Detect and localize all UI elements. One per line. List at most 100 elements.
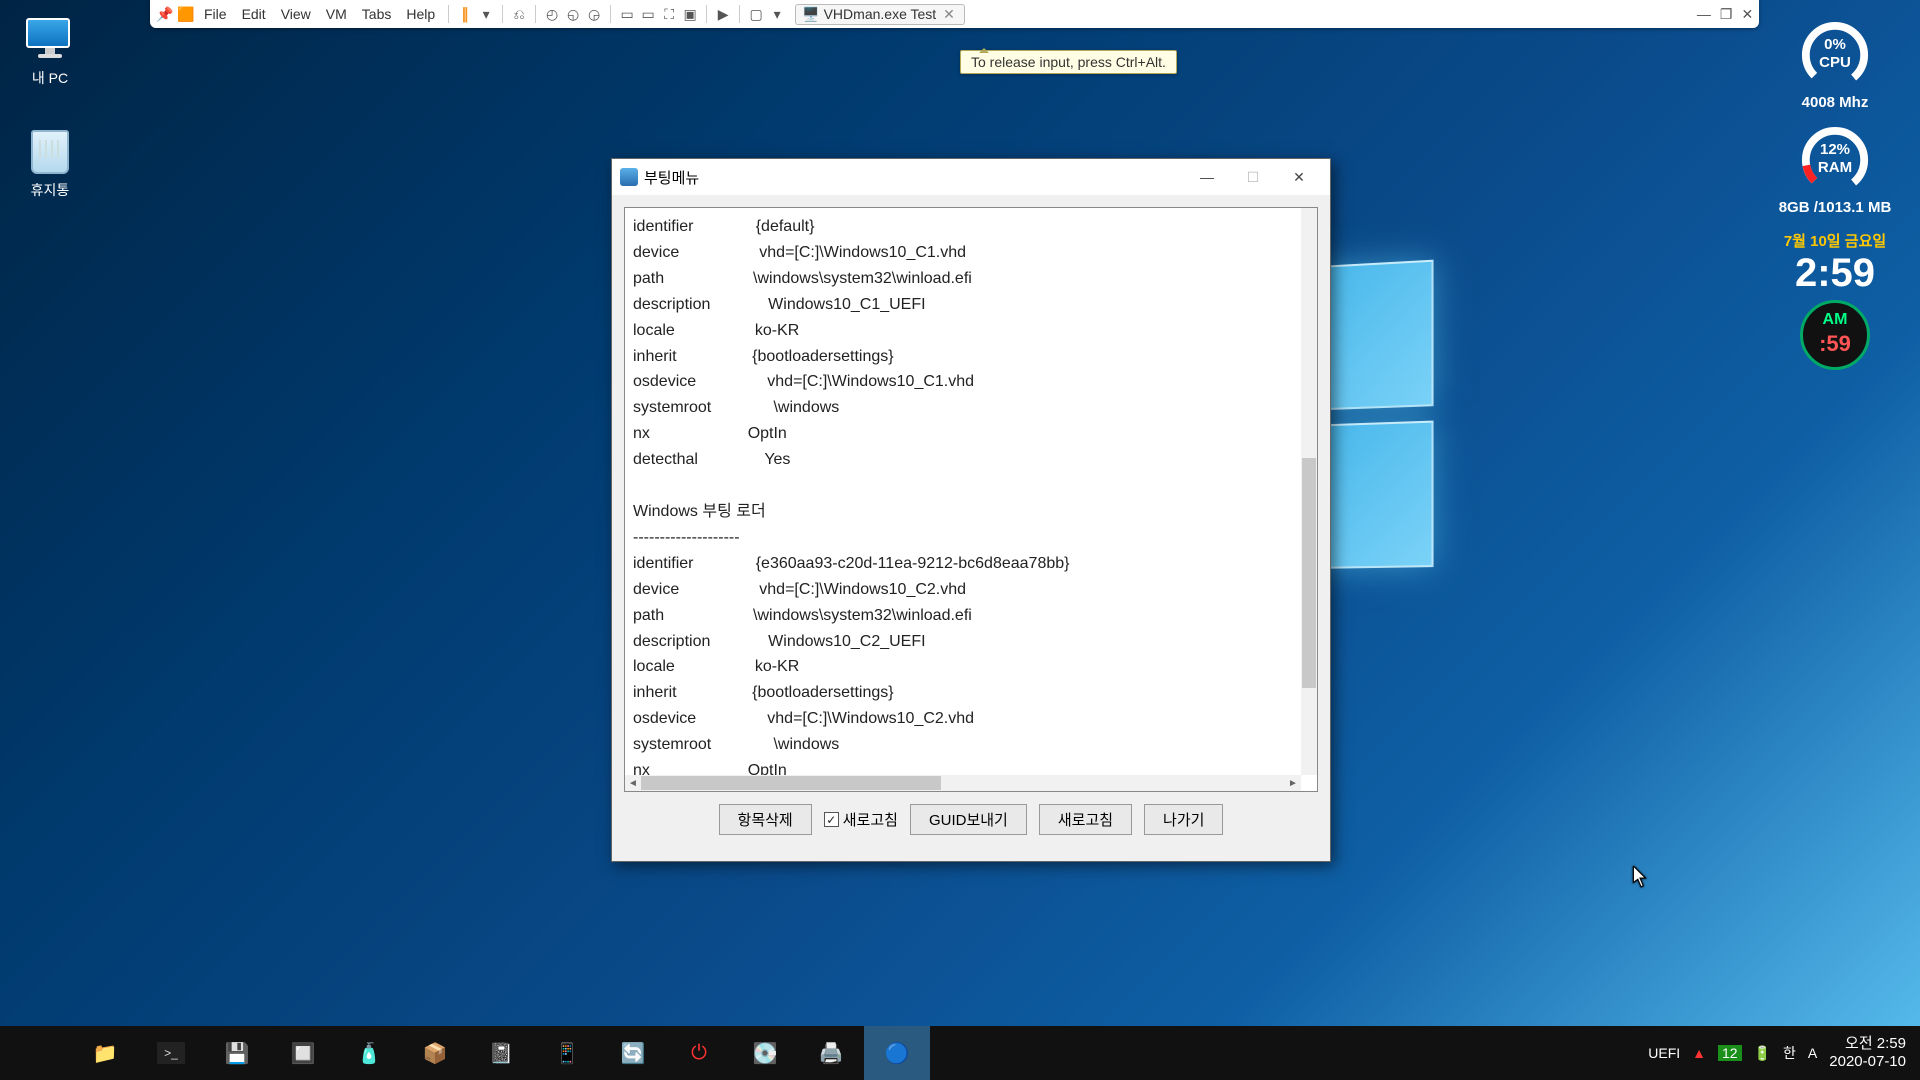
- dropdown2-icon[interactable]: ▾: [768, 5, 786, 23]
- tray-ime-a[interactable]: A: [1808, 1045, 1817, 1061]
- disk-icon: 💾: [223, 1039, 251, 1067]
- snap3-icon[interactable]: ◶: [585, 5, 603, 23]
- taskbar-update[interactable]: 🔄: [600, 1026, 666, 1080]
- menu-help[interactable]: Help: [400, 6, 441, 22]
- widget-time: 2:59: [1770, 251, 1900, 296]
- desktop-icon-pc[interactable]: 내 PC: [0, 18, 100, 88]
- minimize-icon[interactable]: —: [1697, 6, 1711, 22]
- notes-icon: 📓: [487, 1039, 515, 1067]
- box-icon: 📦: [421, 1039, 449, 1067]
- tray-num[interactable]: 12: [1718, 1045, 1742, 1061]
- snap2-icon[interactable]: ◵: [564, 5, 582, 23]
- hscroll-right-icon[interactable]: ►: [1285, 778, 1301, 789]
- terminal-icon: >_: [157, 1042, 185, 1064]
- desktop-icon-recycle[interactable]: 휴지통: [0, 130, 100, 200]
- refresh-button[interactable]: 새로고침: [1039, 804, 1132, 835]
- delete-entry-button[interactable]: 항목삭제: [719, 804, 812, 835]
- chip-icon: 🔲: [289, 1039, 317, 1067]
- menu-tabs[interactable]: Tabs: [356, 6, 398, 22]
- horizontal-scrollbar[interactable]: ◄ ►: [625, 775, 1301, 791]
- tab-close-icon[interactable]: ✕: [940, 6, 958, 23]
- dropdown-icon[interactable]: ▾: [477, 5, 495, 23]
- boot-text-area[interactable]: identifier {default} device vhd=[C:]\Win…: [624, 207, 1318, 792]
- system-tray: UEFI ▲ 12 🔋 한 A 오전 2:59 2020-07-10: [1648, 1035, 1914, 1071]
- desktop-icon-pc-label: 내 PC: [0, 68, 100, 88]
- tray-ime-ko[interactable]: 한: [1783, 1043, 1796, 1063]
- dialog-minimize-button[interactable]: —: [1184, 162, 1230, 192]
- taskbar-explorer[interactable]: 📁: [72, 1026, 138, 1080]
- exit-button[interactable]: 나가기: [1144, 804, 1223, 835]
- taskbar-terminal[interactable]: >_: [138, 1026, 204, 1080]
- windows-icon: [28, 1042, 50, 1064]
- taskbar-calc[interactable]: 📱: [534, 1026, 600, 1080]
- cpu-freq: 4008 Mhz: [1770, 94, 1900, 111]
- menu-edit[interactable]: Edit: [236, 6, 272, 22]
- send-guid-button[interactable]: GUID보내기: [910, 804, 1027, 835]
- taskbar-tool1[interactable]: 🧴: [336, 1026, 402, 1080]
- taskbar-cpu[interactable]: 🔲: [270, 1026, 336, 1080]
- vm-toolbar: 📌 🟧 File Edit View VM Tabs Help ∥ ▾ ⎌ ◴ …: [150, 0, 1759, 28]
- tool-icon: 🧴: [355, 1039, 383, 1067]
- taskbar-save[interactable]: 💾: [204, 1026, 270, 1080]
- boot-text-content: identifier {default} device vhd=[C:]\Win…: [625, 208, 1301, 775]
- taskbar-drive1[interactable]: 💽: [732, 1026, 798, 1080]
- pause-icon[interactable]: ∥: [456, 5, 474, 23]
- taskbar-tool2[interactable]: 📦: [402, 1026, 468, 1080]
- tray-clock-date: 2020-07-10: [1829, 1053, 1906, 1071]
- refresh-checkbox-label: 새로고침: [843, 809, 898, 830]
- lib-icon[interactable]: ▢: [747, 5, 765, 23]
- power-icon: ⏻: [685, 1039, 713, 1067]
- widget-date: 7월 10일 금요일: [1770, 230, 1900, 251]
- taskbar-drive2[interactable]: 🖨️: [798, 1026, 864, 1080]
- dialog-titlebar[interactable]: 부팅메뉴 — ☐ ✕: [612, 159, 1330, 195]
- vscroll-thumb[interactable]: [1302, 458, 1316, 688]
- unity-icon[interactable]: ▣: [681, 5, 699, 23]
- hscroll-left-icon[interactable]: ◄: [625, 778, 641, 789]
- dialog-close-button[interactable]: ✕: [1276, 162, 1322, 192]
- dialog-maximize-button[interactable]: ☐: [1230, 162, 1276, 192]
- desktop-widgets: 0%CPU 4008 Mhz 12%RAM 8GB /1013.1 MB 7월 …: [1770, 20, 1900, 374]
- recycle-icon: [26, 130, 74, 174]
- cpu-gauge: 0%CPU: [1800, 20, 1870, 90]
- menu-view[interactable]: View: [275, 6, 317, 22]
- ram-gauge: 12%RAM: [1800, 125, 1870, 195]
- vm-tab[interactable]: 🖥️ VHDman.exe Test ✕: [795, 4, 965, 25]
- ram-text: 8GB /1013.1 MB: [1770, 199, 1900, 216]
- vhdman-icon: 🔵: [883, 1039, 911, 1067]
- desktop-icon-recycle-label: 휴지통: [0, 180, 100, 200]
- checkbox-checked-icon: ✓: [824, 812, 839, 827]
- pc-icon: [26, 18, 74, 62]
- taskbar-vhdman[interactable]: 🔵: [864, 1026, 930, 1080]
- restore-icon[interactable]: ❐: [1720, 6, 1733, 23]
- drive2-icon: 🖨️: [817, 1039, 845, 1067]
- fullscreen-icon[interactable]: ⛶: [660, 5, 678, 23]
- refresh-checkbox[interactable]: ✓ 새로고침: [824, 809, 898, 830]
- tab-label: VHDman.exe Test: [824, 6, 937, 22]
- snap1-icon[interactable]: ◴: [543, 5, 561, 23]
- taskbar-power[interactable]: ⏻: [666, 1026, 732, 1080]
- tray-clock[interactable]: 오전 2:59 2020-07-10: [1829, 1035, 1906, 1071]
- snapshot-icon[interactable]: ⎌: [510, 5, 528, 23]
- vm-tooltip: To release input, press Ctrl+Alt.: [960, 50, 1177, 74]
- tray-battery-icon[interactable]: 🔋: [1754, 1045, 1771, 1062]
- start-button[interactable]: [6, 1026, 72, 1080]
- fit2-icon[interactable]: ▭: [639, 5, 657, 23]
- dialog-title: 부팅메뉴: [644, 167, 699, 188]
- drive-icon: 💽: [751, 1039, 779, 1067]
- vertical-scrollbar[interactable]: [1301, 208, 1317, 775]
- fit-icon[interactable]: ▭: [618, 5, 636, 23]
- taskbar: 📁 >_ 💾 🔲 🧴 📦 📓 📱 🔄 ⏻ 💽 🖨️ 🔵 UEFI ▲ 12 🔋 …: [0, 1026, 1920, 1080]
- console-icon[interactable]: ▶: [714, 5, 732, 23]
- tray-up-icon[interactable]: ▲: [1692, 1045, 1706, 1061]
- menu-file[interactable]: File: [198, 6, 233, 22]
- tray-uefi[interactable]: UEFI: [1648, 1045, 1680, 1061]
- update-icon: 🔄: [619, 1039, 647, 1067]
- calc-icon: 📱: [553, 1039, 581, 1067]
- pin-icon[interactable]: 📌: [156, 5, 174, 23]
- hscroll-thumb[interactable]: [641, 776, 941, 790]
- home-icon[interactable]: 🟧: [177, 5, 195, 23]
- taskbar-notes[interactable]: 📓: [468, 1026, 534, 1080]
- close-icon[interactable]: ✕: [1741, 6, 1753, 23]
- menu-vm[interactable]: VM: [320, 6, 353, 22]
- dialog-app-icon: [620, 168, 638, 186]
